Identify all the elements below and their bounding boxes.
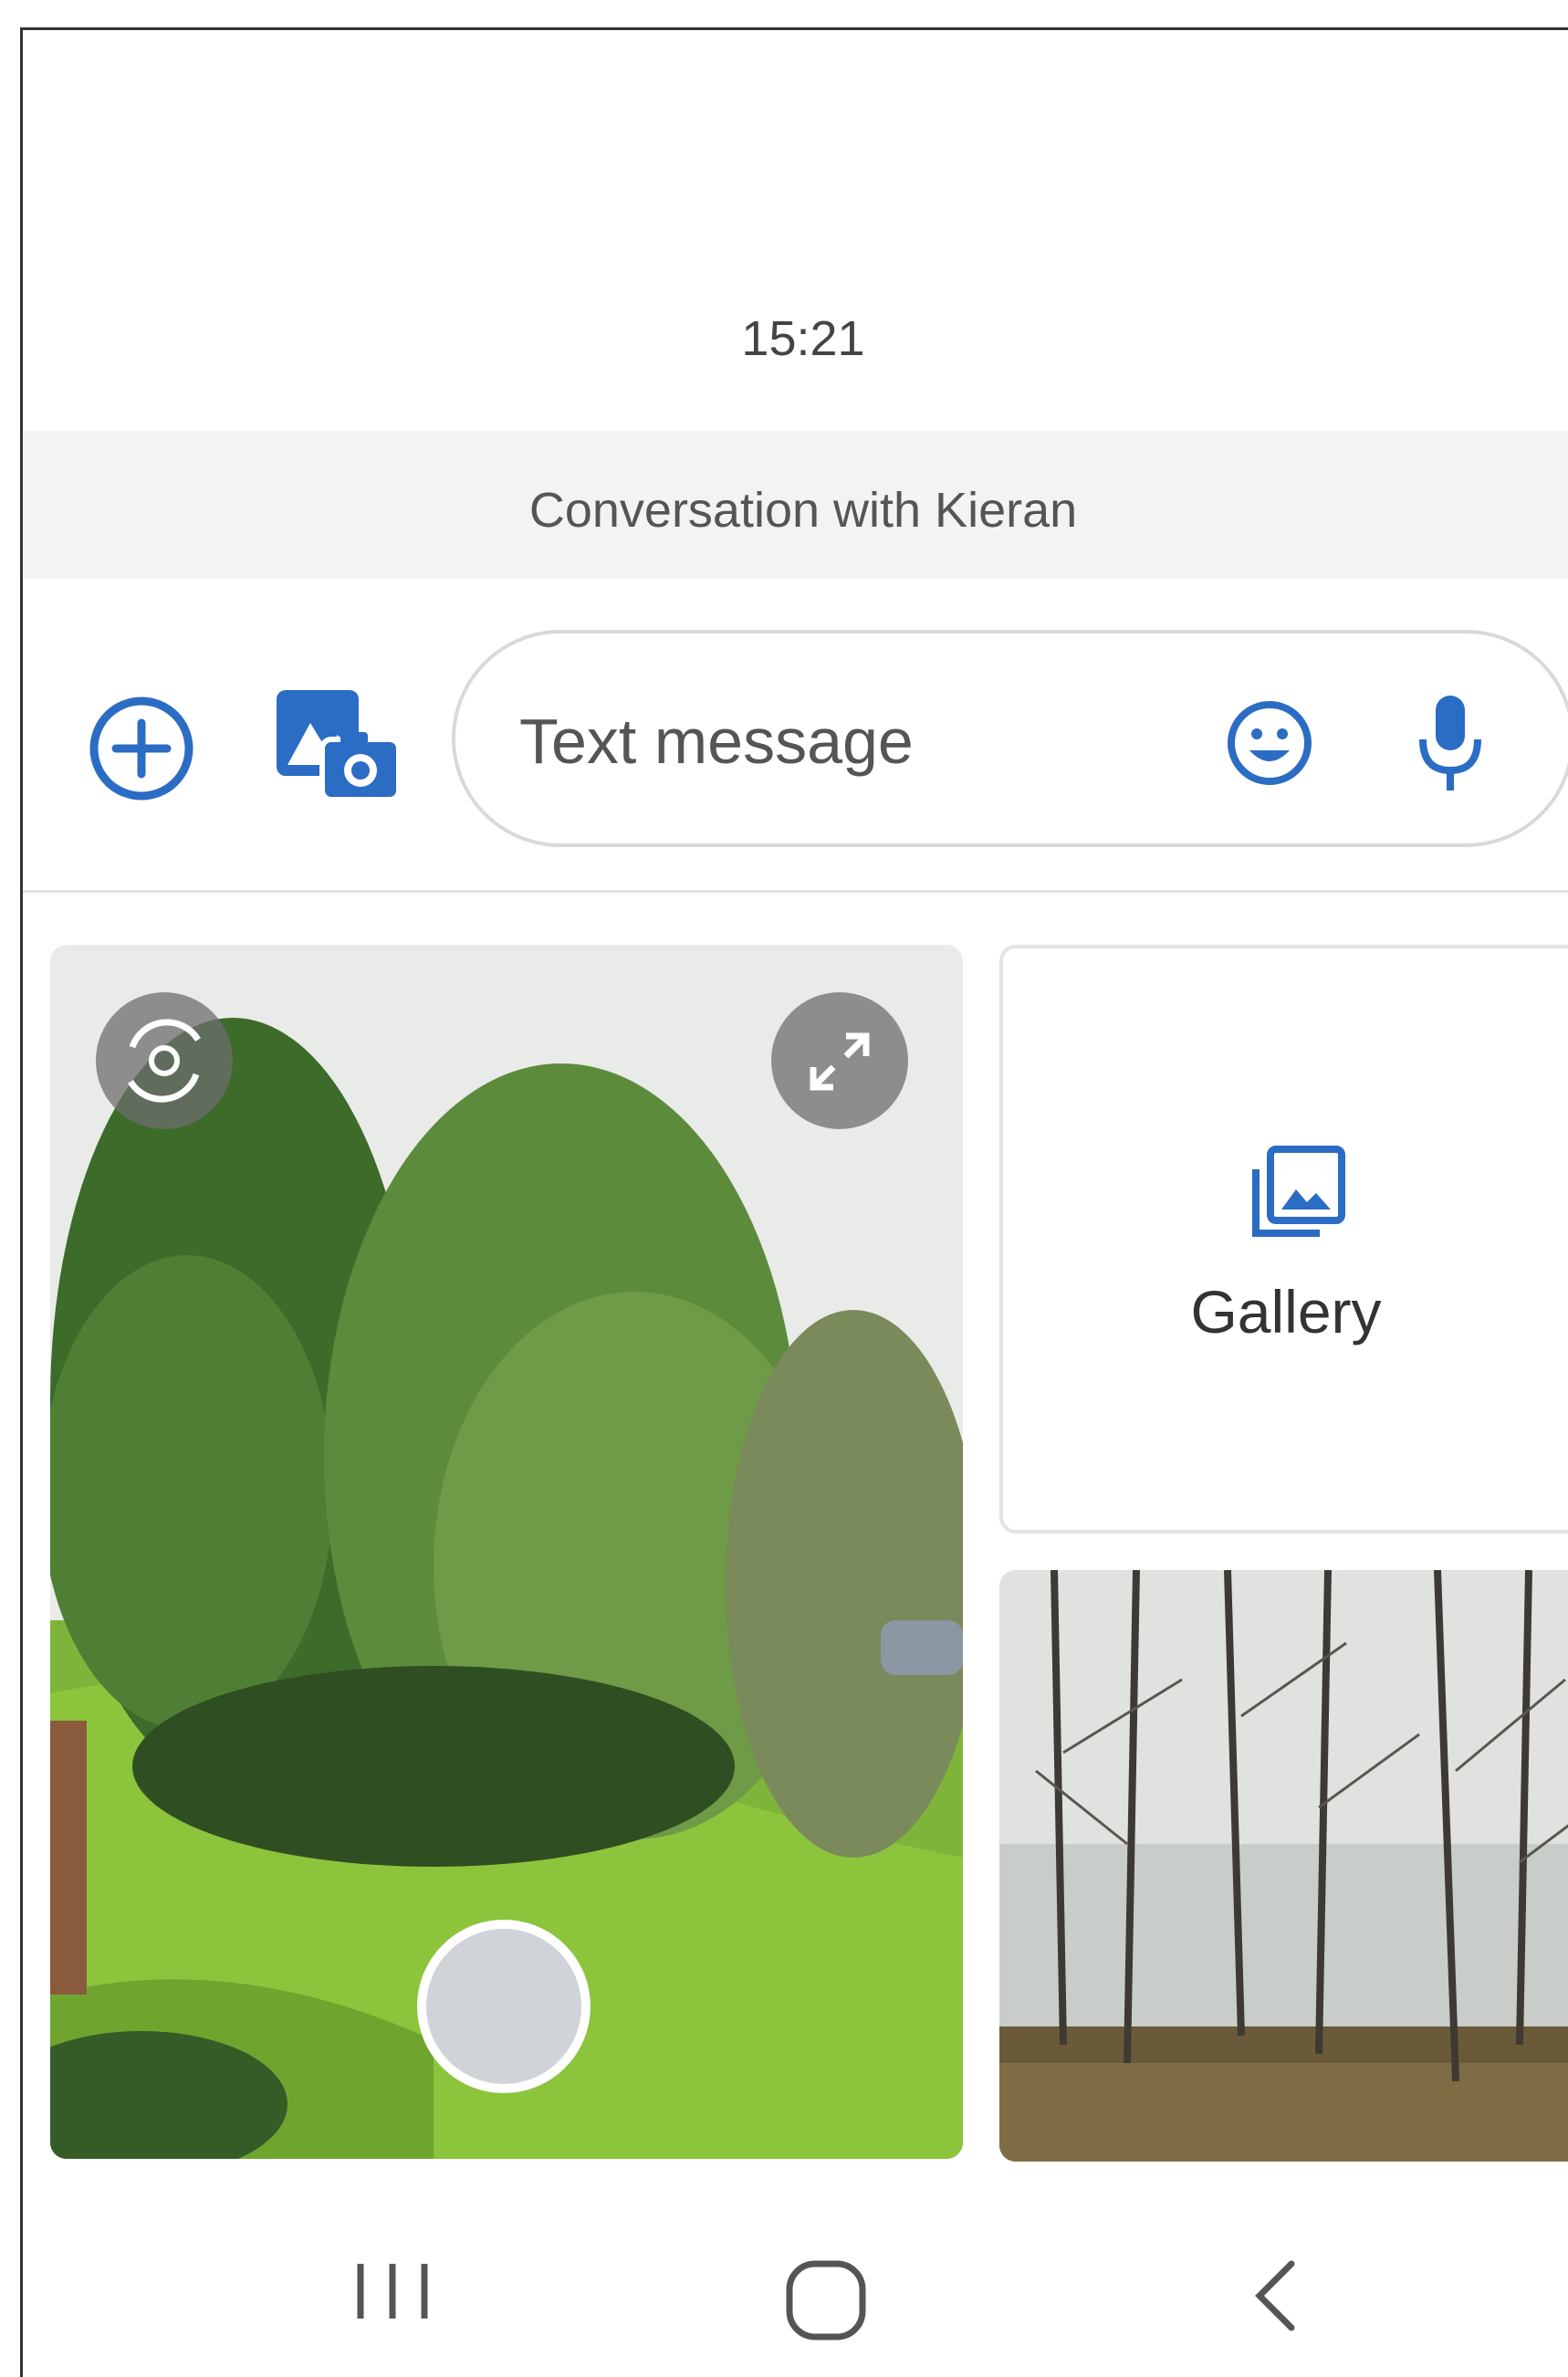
gallery-tile[interactable]: Gallery	[999, 945, 1568, 1534]
home-icon[interactable]	[771, 2246, 881, 2355]
compose-divider	[23, 890, 1568, 893]
conversation-title: Conversation with Kieran	[528, 483, 1078, 538]
expand-icon	[810, 1032, 870, 1091]
switch-camera-button[interactable]	[96, 992, 233, 1129]
back-icon[interactable]	[1228, 2246, 1319, 2346]
shutter-button[interactable]	[417, 1920, 591, 2093]
system-navigation-bar	[23, 2209, 1568, 2377]
camera-preview[interactable]	[50, 945, 963, 2159]
message-timestamp: 15:21	[741, 311, 865, 366]
microphone-icon[interactable]	[1414, 688, 1487, 798]
message-input-placeholder: Text message	[519, 706, 914, 777]
message-input[interactable]: Text message	[452, 630, 1568, 847]
expand-camera-button[interactable]	[771, 992, 908, 1129]
switch-camera-icon	[128, 1019, 201, 1103]
compose-row: Text message	[23, 630, 1568, 867]
foggy-forest-photo	[999, 1570, 1568, 2162]
photo-library-icon	[1252, 1146, 1345, 1237]
recent-apps-icon[interactable]	[333, 2246, 452, 2337]
recent-photo-thumbnail[interactable]	[999, 1570, 1568, 2162]
gallery-camera-icon[interactable]	[269, 685, 406, 803]
frame-border-left	[20, 27, 23, 2377]
frame-border-top	[20, 27, 1568, 30]
emoji-icon[interactable]	[1224, 697, 1315, 789]
gallery-label: Gallery	[1190, 1278, 1382, 1346]
add-circle-icon[interactable]	[87, 694, 196, 803]
